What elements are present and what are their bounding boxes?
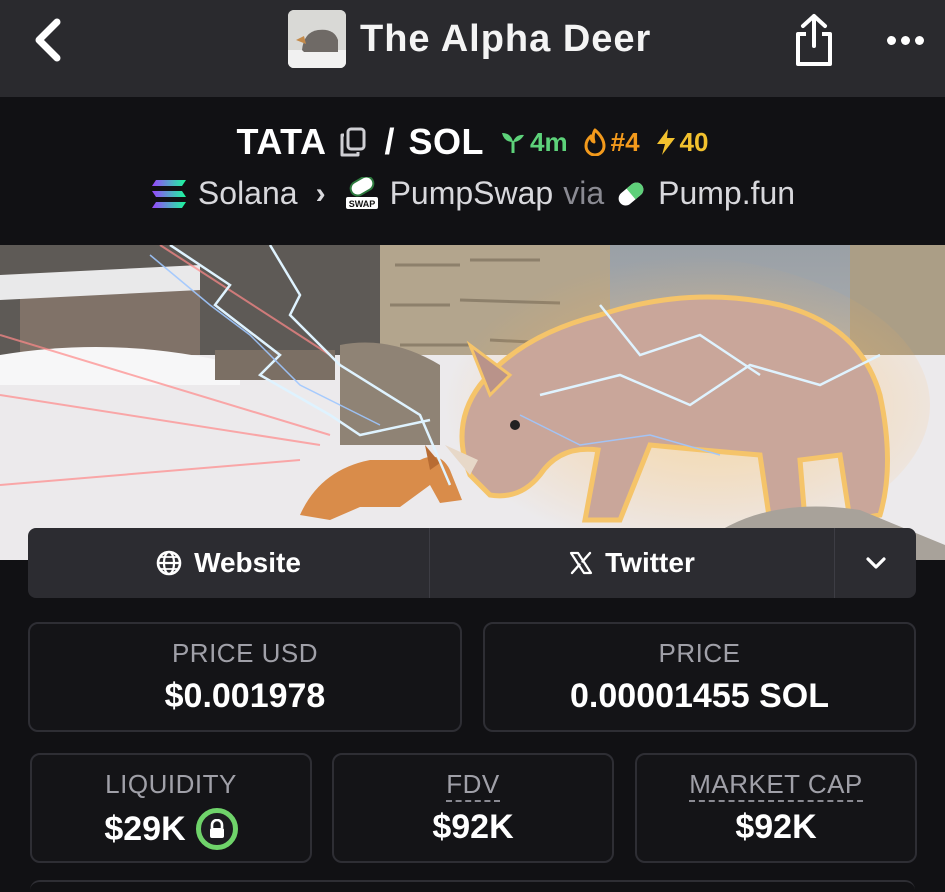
- more-links-dropdown[interactable]: [835, 528, 916, 598]
- age-value: 4m: [530, 126, 568, 157]
- dex-name[interactable]: PumpSwap: [390, 175, 554, 212]
- globe-icon: [156, 550, 182, 576]
- x-logo-icon: [570, 551, 593, 575]
- pair-separator: /: [384, 121, 395, 162]
- more-dots-icon: [886, 35, 896, 45]
- fdv-value: $92K: [432, 808, 514, 846]
- twitter-label: Twitter: [605, 547, 695, 578]
- links-bar: Website Twitter: [28, 528, 916, 598]
- rank-value: #4: [610, 126, 640, 157]
- pair-quote-symbol: SOL: [408, 121, 485, 162]
- solana-icon: [151, 179, 186, 208]
- share-icon: [796, 14, 832, 66]
- chain-name[interactable]: Solana: [198, 175, 298, 212]
- route-row: Solana › SWAP PumpSwap via Pump.fun: [0, 175, 945, 212]
- website-button[interactable]: Website: [28, 528, 430, 598]
- launchpad-name[interactable]: Pump.fun: [658, 175, 795, 212]
- market-cap-card: MARKET CAP $92K: [635, 753, 917, 863]
- sprout-icon: [502, 133, 525, 153]
- chevron-down-icon: [865, 557, 886, 569]
- top-bar: The Alpha Deer: [0, 0, 945, 97]
- back-button[interactable]: [28, 18, 68, 62]
- price-native-label: PRICE: [658, 638, 741, 668]
- title-group: The Alpha Deer: [288, 10, 651, 68]
- flame-icon: [584, 128, 606, 156]
- market-cap-label[interactable]: MARKET CAP: [689, 769, 863, 802]
- price-usd-card: PRICE USD $0.001978: [28, 622, 462, 732]
- website-label: Website: [194, 547, 301, 578]
- fdv-card: FDV $92K: [332, 753, 614, 863]
- copy-icon[interactable]: [339, 127, 367, 157]
- trending-rank-badge: #4: [582, 127, 640, 158]
- pair-base-symbol: TATA: [236, 121, 327, 162]
- pair-header: TATA / SOL 4m #4 40 Solana › SWAP PumpSw…: [0, 97, 945, 245]
- age-badge: 4m: [500, 127, 568, 158]
- token-banner-image: [0, 245, 945, 560]
- pumpswap-icon: SWAP: [345, 176, 378, 209]
- share-button[interactable]: [790, 12, 838, 68]
- lightning-icon: [656, 129, 675, 155]
- via-label: via: [563, 175, 605, 211]
- liquidity-value-row: $29K: [32, 808, 310, 850]
- liquidity-card: LIQUIDITY $29K: [30, 753, 312, 863]
- fdv-label[interactable]: FDV: [446, 769, 500, 802]
- pair-row: TATA / SOL 4m #4 40: [0, 121, 945, 163]
- chevron-left-icon: [35, 18, 61, 62]
- lock-icon: [209, 819, 224, 838]
- twitter-button[interactable]: Twitter: [430, 528, 835, 598]
- price-usd-label: PRICE USD: [171, 638, 319, 668]
- price-native-value: 0.00001455 SOL: [570, 677, 829, 715]
- liquidity-lock-button[interactable]: [195, 808, 238, 850]
- svg-text:SWAP: SWAP: [348, 199, 375, 209]
- window-title: The Alpha Deer: [360, 17, 652, 60]
- market-cap-value: $92K: [735, 808, 817, 846]
- token-thumbnail: [288, 10, 346, 68]
- more-button[interactable]: [880, 22, 930, 58]
- next-section-edge: [30, 880, 915, 892]
- pumpfun-icon: [618, 182, 644, 205]
- liquidity-value: $29K: [104, 809, 186, 848]
- price-usd-value: $0.001978: [164, 677, 326, 715]
- chevron-right-icon: ›: [315, 176, 326, 210]
- liquidity-label: LIQUIDITY: [105, 769, 237, 799]
- boost-value: 40: [679, 126, 709, 157]
- boost-badge: 40: [654, 126, 709, 158]
- price-native-card: PRICE 0.00001455 SOL: [483, 622, 916, 732]
